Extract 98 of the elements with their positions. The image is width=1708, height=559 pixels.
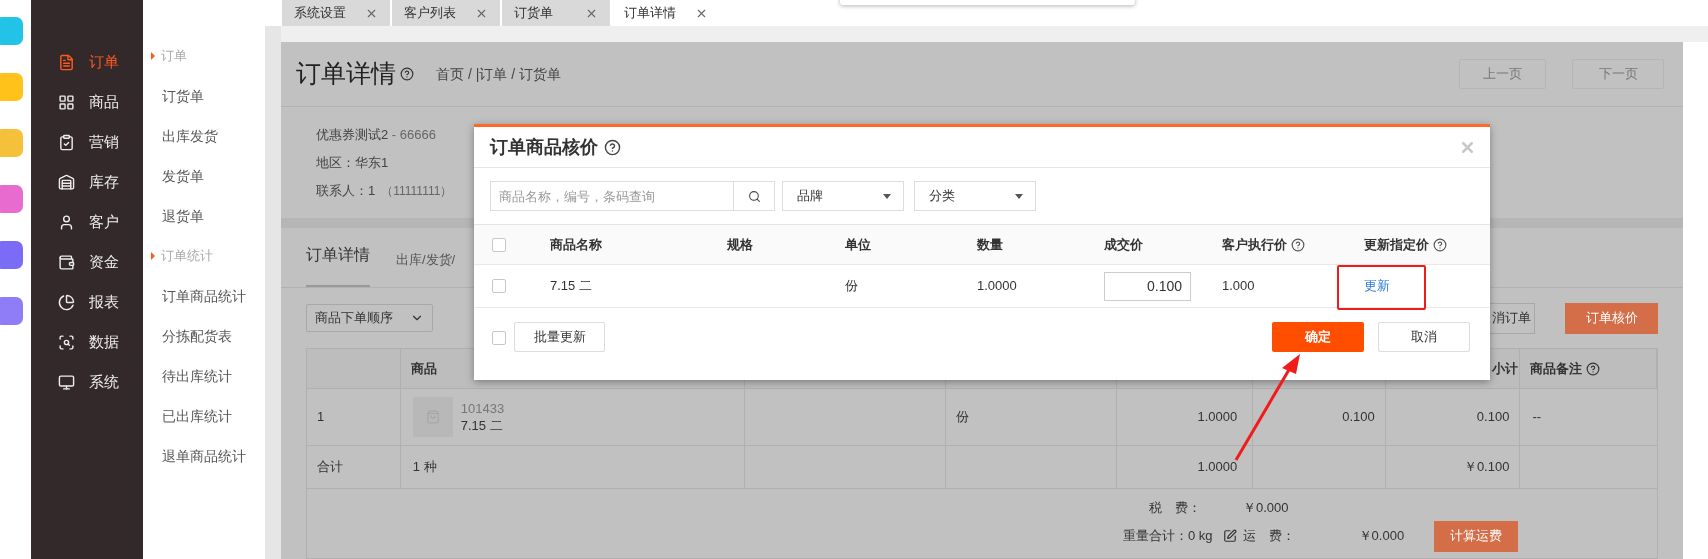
- detail-tab[interactable]: 出库/发货/: [396, 249, 456, 287]
- document-icon: [58, 53, 75, 71]
- nav-item[interactable]: 营销: [31, 122, 143, 162]
- table-cell-text: 份: [956, 408, 970, 427]
- caret-icon: [151, 52, 155, 60]
- table-cell-text: 0.100: [1476, 408, 1510, 427]
- warehouse-icon: [58, 173, 75, 191]
- nav-item[interactable]: 系统: [31, 362, 143, 402]
- dialog-title: 订单商品核价: [490, 135, 598, 159]
- column-header: 小计: [1491, 359, 1518, 378]
- table-cell-text: 份: [845, 277, 858, 296]
- table-cell-text: 7.15 二: [550, 277, 592, 296]
- tab[interactable]: 系统设置: [282, 0, 390, 26]
- submenu-item[interactable]: 出库发货: [162, 125, 218, 147]
- caret-icon: [883, 193, 891, 199]
- table-cell-text: 1.000: [1222, 277, 1255, 296]
- monitor-icon: [58, 373, 75, 391]
- breadcrumb: 首页 / |订单 / 订货单: [436, 64, 561, 84]
- wallet-icon: [58, 253, 75, 271]
- submenu-item[interactable]: 分拣配货表: [162, 325, 232, 347]
- app-icon[interactable]: [0, 241, 23, 269]
- help-icon[interactable]: [1291, 237, 1305, 252]
- clipboard-icon: [58, 133, 75, 151]
- column-header: 商品备注: [1530, 359, 1583, 378]
- tab[interactable]: 订货单: [502, 0, 610, 26]
- sort-select[interactable]: 商品下单顺序: [306, 304, 433, 332]
- nav-item[interactable]: 库存: [31, 162, 143, 202]
- freight-value: ￥0.000: [1358, 527, 1405, 546]
- table-cell-text: 1.0000: [977, 277, 1017, 296]
- product-code: 101433: [460, 400, 505, 417]
- weight-text: 重量合计：0 kg: [1123, 527, 1213, 546]
- contact-text: 联系人：1: [316, 182, 376, 201]
- tax-label: 税 费：: [1148, 499, 1202, 518]
- detail-tab[interactable]: 订单详情: [306, 243, 370, 287]
- column-header: 规格: [727, 235, 753, 254]
- search-field[interactable]: 商品名称，编号，条码查询: [490, 181, 775, 211]
- caret-icon: [151, 252, 155, 260]
- submenu-item[interactable]: 待出库统计: [162, 365, 232, 387]
- cancel-button[interactable]: 取消: [1378, 322, 1470, 352]
- product-name: 7.15 二: [460, 417, 504, 434]
- price-input[interactable]: 0.100: [1104, 271, 1191, 301]
- user-icon: [58, 213, 75, 231]
- table-cell-text: 0.100: [1342, 408, 1375, 427]
- help-icon[interactable]: [1433, 237, 1447, 252]
- submenu-item[interactable]: 退货单: [162, 205, 204, 227]
- column-header: 商品名称: [550, 235, 602, 254]
- submenu-item[interactable]: 退单商品统计: [162, 445, 246, 467]
- nav-item[interactable]: 资金: [31, 242, 143, 282]
- nav-item[interactable]: 订单: [31, 42, 143, 82]
- table-cell-text: ￥0.100: [1463, 458, 1510, 477]
- column-header: 数量: [977, 235, 1003, 254]
- grid-icon: [58, 93, 75, 111]
- checkbox[interactable]: [492, 279, 506, 293]
- update-link[interactable]: 更新: [1364, 276, 1390, 296]
- column-header: 更新指定价: [1364, 235, 1429, 254]
- table-cell-text: 1.0000: [1197, 408, 1238, 427]
- column-header: 客户执行价: [1222, 235, 1287, 254]
- checkbox[interactable]: [492, 331, 506, 345]
- column-header: 成交价: [1104, 235, 1143, 254]
- submenu-item[interactable]: 发货单: [162, 165, 204, 187]
- submenu-item[interactable]: 订货单: [162, 85, 204, 107]
- table-cell-text: 合计: [317, 458, 343, 477]
- nav-item[interactable]: 商品: [31, 82, 143, 122]
- category-select[interactable]: 分类: [914, 181, 1036, 211]
- help-icon[interactable]: [1586, 361, 1601, 376]
- help-icon[interactable]: [400, 67, 414, 81]
- table-cell-text: 1: [317, 408, 325, 427]
- table-cell-text: 1.0000: [1197, 458, 1238, 477]
- caret-icon: [1015, 193, 1023, 199]
- table-cell-text: 1 种: [412, 458, 437, 477]
- chart-search-icon: [58, 333, 75, 351]
- brand-select[interactable]: 品牌: [782, 181, 904, 211]
- freight-label: 运 费：: [1242, 527, 1296, 546]
- submenu-item[interactable]: 已出库统计: [162, 405, 232, 427]
- page-title: 订单详情: [296, 58, 396, 90]
- nav-item[interactable]: 报表: [31, 282, 143, 322]
- checkbox[interactable]: [492, 237, 506, 252]
- app-icon[interactable]: [0, 297, 23, 325]
- pie-chart-icon: [58, 293, 75, 311]
- edit-icon[interactable]: [1222, 529, 1237, 543]
- submenu-item[interactable]: 订单商品统计: [162, 285, 246, 307]
- search-icon[interactable]: [747, 189, 761, 203]
- column-header: 商品: [410, 359, 437, 378]
- nav-item[interactable]: 客户: [31, 202, 143, 242]
- submenu-group-label: 订单统计: [161, 247, 213, 266]
- column-header: 单位: [845, 235, 871, 254]
- tax-value: ￥0.000: [1243, 499, 1289, 518]
- tab[interactable]: 客户列表: [392, 0, 500, 26]
- app-icon[interactable]: [0, 185, 23, 213]
- phone-text: （11111111）: [381, 183, 453, 200]
- nav-item[interactable]: 数据: [31, 322, 143, 362]
- batch-update-button[interactable]: 批量更新: [514, 322, 605, 352]
- product-thumbnail: [412, 397, 453, 437]
- region-text: 地区：华东1: [316, 154, 389, 173]
- table-cell-text: --: [1532, 408, 1542, 427]
- customer-name: 优惠券测试2 - 66666: [316, 126, 436, 145]
- submenu-group-label: 订单: [161, 47, 187, 66]
- help-icon[interactable]: [604, 138, 621, 156]
